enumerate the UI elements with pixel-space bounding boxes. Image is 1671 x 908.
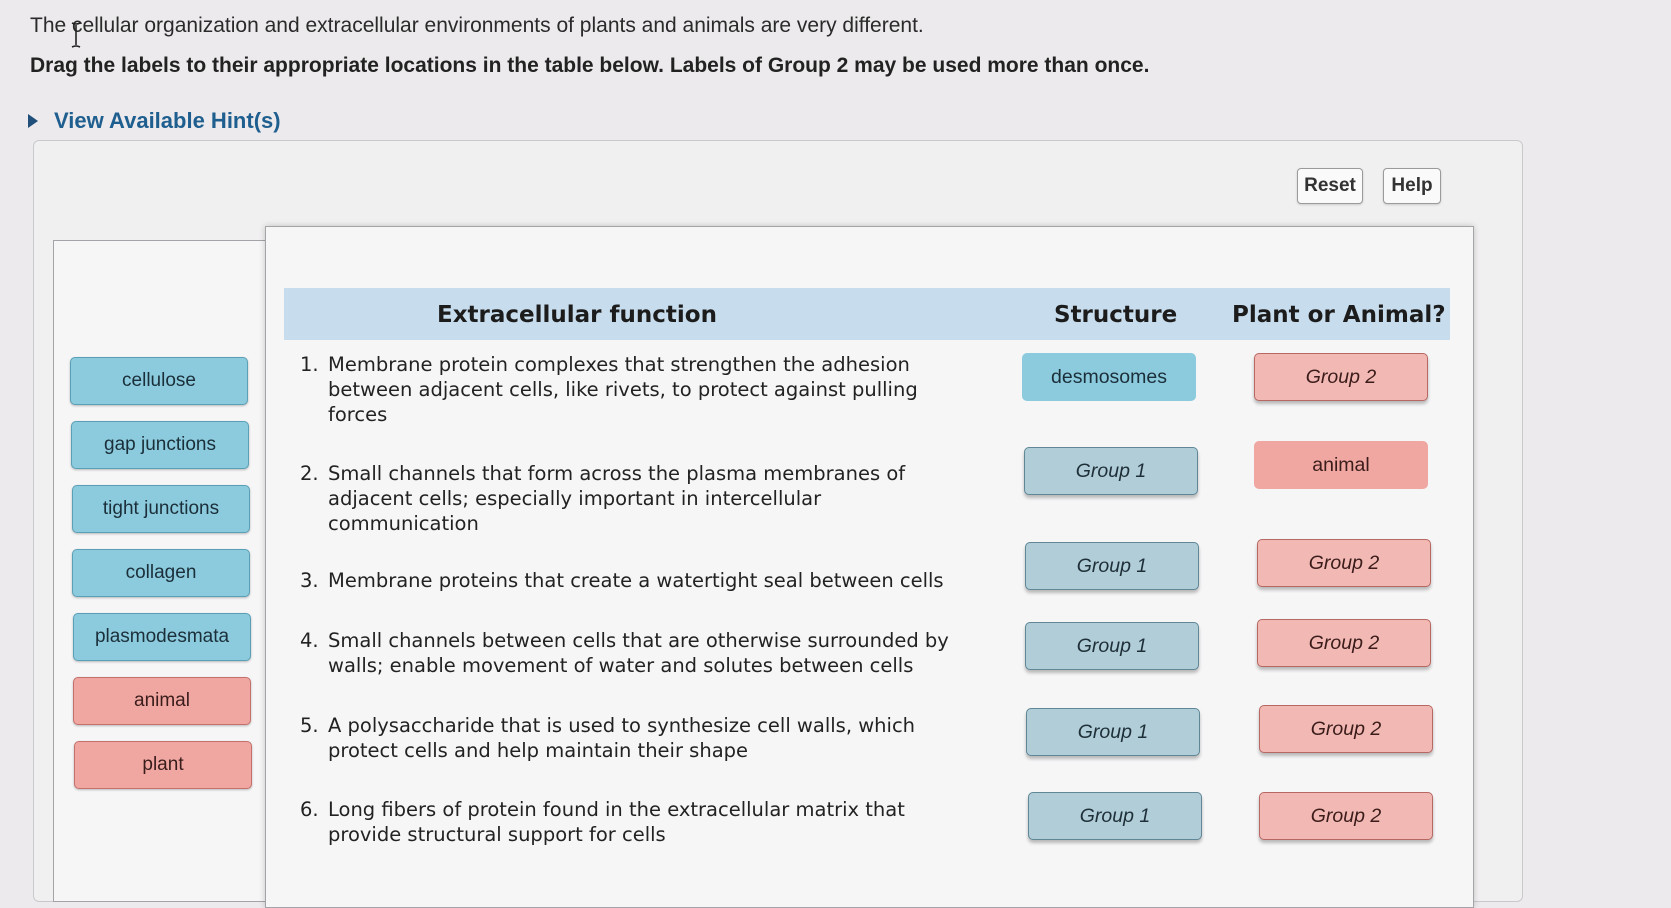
organism-drop-3[interactable]: Group 2 — [1257, 539, 1431, 587]
table-row: 3. Membrane proteins that create a water… — [300, 568, 960, 593]
row-function-text: Membrane proteins that create a watertig… — [328, 569, 944, 592]
organism-drop-4[interactable]: Group 2 — [1257, 619, 1431, 667]
structure-drop-2[interactable]: Group 1 — [1024, 447, 1198, 495]
structure-drop-3[interactable]: Group 1 — [1025, 542, 1199, 590]
table-row: 1. Membrane protein complexes that stren… — [300, 352, 960, 427]
row-number: 3. — [300, 569, 319, 592]
structure-drop-6[interactable]: Group 1 — [1028, 792, 1202, 840]
label-cellulose[interactable]: cellulose — [70, 357, 248, 405]
view-hints-link[interactable]: View Available Hint(s) — [28, 108, 281, 134]
row-function-text: Long fibers of protein found in the extr… — [328, 798, 905, 846]
label-collagen[interactable]: collagen — [72, 549, 250, 597]
organism-drop-2[interactable]: animal — [1254, 441, 1428, 489]
organism-drop-6[interactable]: Group 2 — [1259, 792, 1433, 840]
label-animal[interactable]: animal — [73, 677, 251, 725]
header-plant-or-animal: Plant or Animal? — [1232, 302, 1446, 328]
view-hints-label: View Available Hint(s) — [54, 108, 281, 133]
table-row: 2. Small channels that form across the p… — [300, 461, 960, 536]
row-number: 2. — [300, 462, 319, 485]
row-function-text: A polysaccharide that is used to synthes… — [328, 714, 916, 762]
label-plant[interactable]: plant — [74, 741, 252, 789]
structure-drop-4[interactable]: Group 1 — [1025, 622, 1199, 670]
row-number: 4. — [300, 629, 319, 652]
organism-drop-5[interactable]: Group 2 — [1259, 705, 1433, 753]
row-function-text: Small channels that form across the plas… — [328, 462, 906, 535]
row-number: 6. — [300, 798, 319, 821]
text-cursor-icon — [71, 22, 81, 48]
table-row: 4. Small channels between cells that are… — [300, 628, 960, 678]
label-plasmodesmata[interactable]: plasmodesmata — [73, 613, 251, 661]
row-function-text: Small channels between cells that are ot… — [328, 629, 949, 677]
row-number: 5. — [300, 714, 319, 737]
structure-drop-5[interactable]: Group 1 — [1026, 708, 1200, 756]
header-structure: Structure — [1054, 302, 1178, 328]
intro-text: The cellular organization and extracellu… — [30, 14, 924, 37]
label-gap-junctions[interactable]: gap junctions — [71, 421, 249, 469]
structure-drop-1[interactable]: desmosomes — [1022, 353, 1196, 401]
header-extracellular-function: Extracellular function — [437, 302, 717, 328]
row-function-text: Membrane protein complexes that strength… — [328, 353, 918, 426]
organism-drop-1[interactable]: Group 2 — [1254, 353, 1428, 401]
instruction-text: Drag the labels to their appropriate loc… — [30, 54, 1150, 77]
help-button[interactable]: Help — [1383, 168, 1441, 204]
table-row: 6. Long fibers of protein found in the e… — [300, 797, 960, 847]
triangle-right-icon — [28, 114, 38, 128]
label-tight-junctions[interactable]: tight junctions — [72, 485, 250, 533]
reset-button[interactable]: Reset — [1297, 168, 1363, 204]
table-row: 5. A polysaccharide that is used to synt… — [300, 713, 960, 763]
row-number: 1. — [300, 353, 319, 376]
